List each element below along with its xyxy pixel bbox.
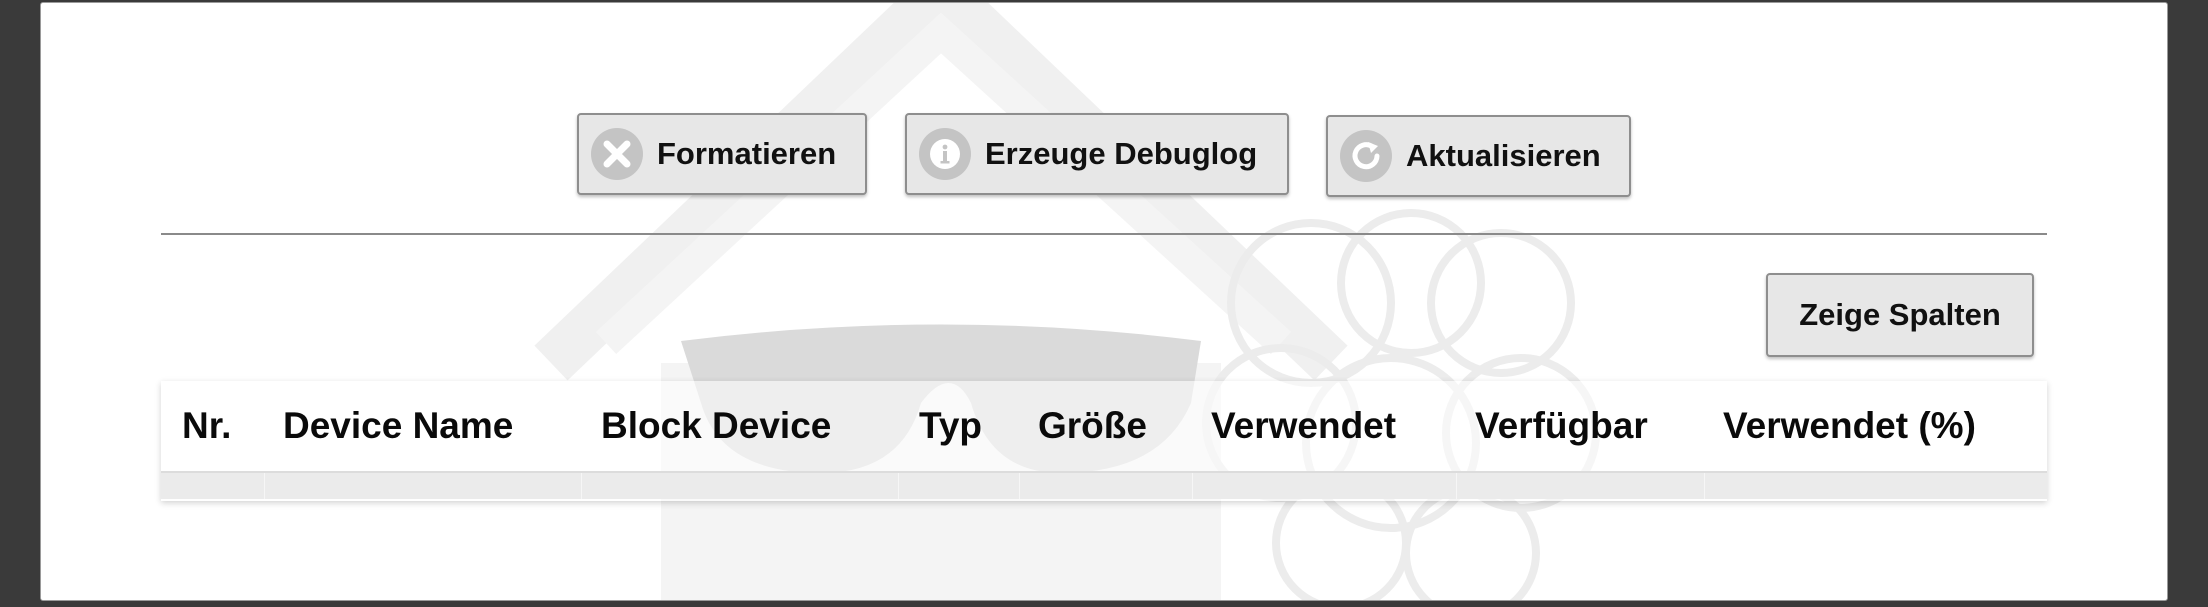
column-header-used-percent[interactable]: Verwendet (%) bbox=[1723, 381, 1976, 471]
table-row-empty bbox=[161, 473, 2047, 499]
column-header-used[interactable]: Verwendet bbox=[1211, 381, 1396, 471]
column-header-nr[interactable]: Nr. bbox=[182, 381, 231, 471]
refresh-button[interactable]: Aktualisieren bbox=[1326, 115, 1631, 197]
device-table: Nr. Device Name Block Device Typ Größe V… bbox=[161, 381, 2047, 501]
column-header-available[interactable]: Verfügbar bbox=[1475, 381, 1648, 471]
column-header-block-device[interactable]: Block Device bbox=[601, 381, 831, 471]
column-header-size[interactable]: Größe bbox=[1038, 381, 1147, 471]
main-panel: Formatieren Erzeuge Debuglog Aktualisier… bbox=[40, 2, 2168, 601]
info-circle-icon bbox=[919, 128, 971, 180]
column-header-type[interactable]: Typ bbox=[919, 381, 982, 471]
refresh-circle-icon bbox=[1340, 130, 1392, 182]
close-circle-icon bbox=[591, 128, 643, 180]
format-button[interactable]: Formatieren bbox=[577, 113, 867, 195]
toolbar-divider bbox=[161, 233, 2047, 235]
refresh-button-label: Aktualisieren bbox=[1406, 138, 1601, 173]
show-columns-button[interactable]: Zeige Spalten bbox=[1766, 273, 2034, 357]
show-columns-label: Zeige Spalten bbox=[1799, 297, 2001, 332]
debuglog-button-label: Erzeuge Debuglog bbox=[985, 136, 1258, 171]
column-header-device-name[interactable]: Device Name bbox=[283, 381, 513, 471]
format-button-label: Formatieren bbox=[657, 136, 837, 171]
debuglog-button[interactable]: Erzeuge Debuglog bbox=[905, 113, 1289, 195]
